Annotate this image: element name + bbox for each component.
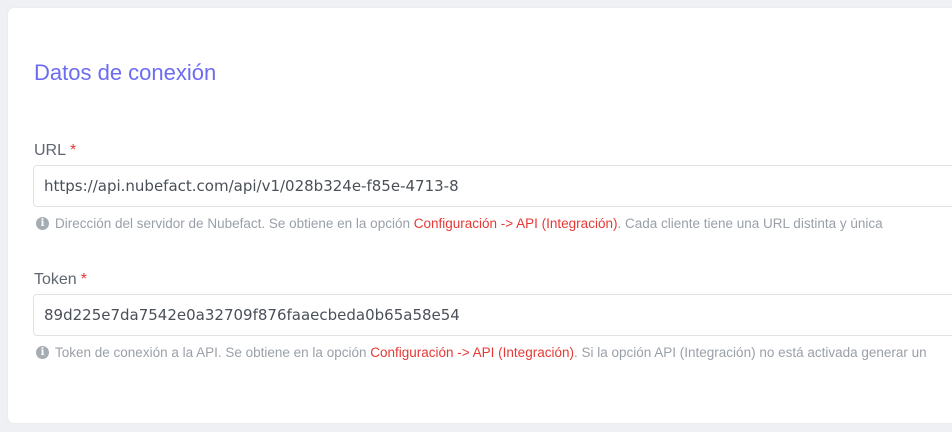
url-hint: i Dirección del servidor de Nubefact. Se… bbox=[36, 216, 883, 231]
token-hint: i Token de conexión a la API. Se obtiene… bbox=[36, 345, 927, 360]
url-hint-text-after: . Cada cliente tiene una URL distinta y … bbox=[617, 216, 883, 231]
url-hint-text: Dirección del servidor de Nubefact. Se o… bbox=[55, 216, 414, 231]
connection-card: Datos de conexión URL* i Dirección del s… bbox=[8, 8, 952, 423]
url-label-text: URL bbox=[34, 142, 67, 159]
section-title: Datos de conexión bbox=[34, 60, 217, 85]
token-required-mark: * bbox=[80, 271, 87, 288]
token-input[interactable] bbox=[33, 294, 952, 336]
token-label: Token * bbox=[34, 271, 87, 289]
url-required-mark: * bbox=[70, 142, 77, 159]
token-hint-link[interactable]: Configuración -> API (Integración) bbox=[370, 345, 574, 360]
url-input[interactable] bbox=[33, 165, 952, 207]
url-label: URL * bbox=[34, 142, 76, 160]
info-icon: i bbox=[36, 346, 49, 359]
token-label-text: Token bbox=[34, 271, 77, 288]
token-hint-text: Token de conexión a la API. Se obtiene e… bbox=[55, 345, 371, 360]
token-hint-text-after: . Si la opción API (Integración) no está… bbox=[573, 345, 927, 360]
url-hint-link[interactable]: Configuración -> API (Integración) bbox=[414, 216, 618, 231]
info-icon: i bbox=[36, 217, 49, 230]
